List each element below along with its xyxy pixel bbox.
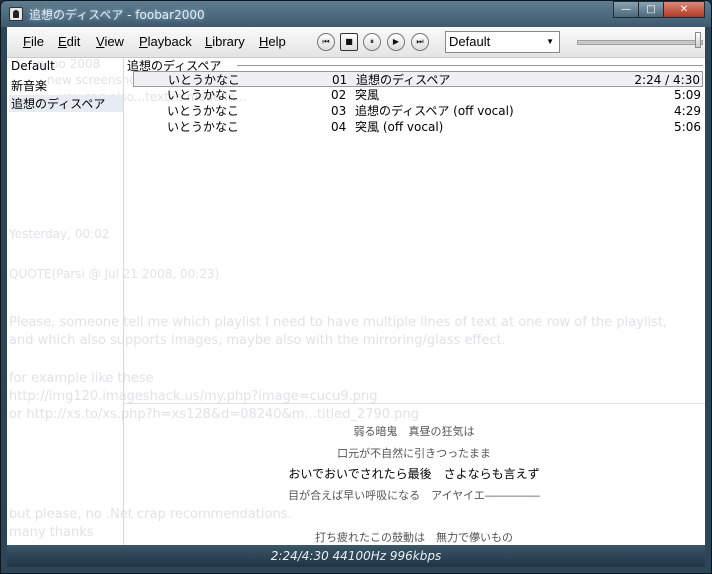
table-row[interactable]: いとうかなこ 04 突風 (off vocal) 5:06: [133, 119, 703, 135]
track-time: 2:24 / 4:30: [634, 73, 700, 87]
volume-slider-handle[interactable]: [695, 32, 701, 48]
table-row[interactable]: いとうかなこ 01 追想のディスペア 2:24 / 4:30: [133, 71, 703, 87]
window-title: 追想のディスペア - foobar2000: [29, 8, 205, 22]
track-number: 02: [331, 88, 347, 102]
volume-slider-track[interactable]: [577, 40, 703, 45]
minimize-button[interactable]: —: [613, 1, 639, 18]
menu-playback[interactable]: Playback: [139, 34, 192, 49]
table-row[interactable]: いとうかなこ 02 突風 5:09: [133, 87, 703, 103]
playlist-item-tsuisou[interactable]: 追想のディスペア: [9, 95, 123, 112]
lyric-line: 弱る暗鬼 真昼の狂気は: [353, 425, 475, 438]
track-time: 4:29: [674, 104, 701, 118]
playlist-dropdown[interactable]: Default ▼: [445, 31, 560, 53]
track-time: 5:06: [674, 120, 701, 134]
track-number: 01: [332, 73, 348, 87]
foobar-window: 追想のディスペア - foobar2000 — □ ✕ File Edit Vi…: [0, 0, 712, 574]
lyrics-divider: [123, 403, 705, 404]
playlist-item-default[interactable]: Default: [11, 59, 55, 73]
next-button[interactable]: ⏭: [411, 33, 429, 51]
track-time: 5:09: [674, 88, 701, 102]
close-button[interactable]: ✕: [663, 1, 705, 18]
track-title: 追想のディスペア (off vocal): [355, 104, 514, 118]
chevron-down-icon: ▼: [546, 37, 554, 46]
foobar-app-icon: [9, 7, 23, 21]
menu-edit[interactable]: Edit: [58, 34, 80, 49]
title-bar[interactable]: 追想のディスペア - foobar2000 — □ ✕: [1, 1, 711, 27]
lyric-line-current: おいでおいでされたら最後 さよならも言えず: [288, 467, 540, 481]
lyric-line: 口元が不自然に引きつったまま: [337, 447, 491, 460]
track-artist: いとうかなこ: [168, 73, 241, 87]
status-bar: 2:24/4:30 44100Hz 996kbps: [7, 545, 705, 567]
track-artist: いとうかなこ: [167, 104, 240, 118]
group-divider: [237, 65, 703, 66]
playlist-item-new-music[interactable]: 新音楽: [11, 77, 47, 94]
menu-view[interactable]: View: [96, 34, 124, 49]
lyric-line: 打ち疲れたこの鼓動は 無力で儚いもの: [315, 531, 513, 544]
caption-buttons: — □ ✕: [613, 1, 705, 19]
track-title: 突風 (off vocal): [355, 120, 444, 134]
track-title: 追想のディスペア: [356, 73, 451, 87]
maximize-button[interactable]: □: [638, 1, 664, 18]
lyric-line: 目が合えば早い呼吸になる アイヤイエ―――――: [288, 489, 540, 502]
track-artist: いとうかなこ: [167, 88, 240, 102]
menu-file[interactable]: File: [23, 34, 44, 49]
track-title: 突風: [355, 88, 380, 102]
pause-button[interactable]: ⏸: [363, 33, 381, 51]
track-artist: いとうかなこ: [167, 120, 240, 134]
client-area: File Edit View Playback Library Help ⏮ ■…: [7, 27, 705, 567]
stop-button[interactable]: ■: [340, 33, 358, 51]
menu-bar: File Edit View Playback Library Help ⏮ ■…: [7, 27, 705, 58]
playlist-manager: Default 新音楽 追想のディスペア: [7, 57, 124, 545]
track-number: 04: [331, 120, 347, 134]
menu-help[interactable]: Help: [259, 34, 286, 49]
playlist-dropdown-value: Default: [449, 34, 491, 49]
play-button[interactable]: ▶: [387, 33, 405, 51]
menu-library[interactable]: Library: [205, 34, 245, 49]
table-row[interactable]: いとうかなこ 03 追想のディスペア (off vocal) 4:29: [133, 103, 703, 119]
track-number: 03: [331, 104, 347, 118]
previous-button[interactable]: ⏮: [317, 33, 335, 51]
